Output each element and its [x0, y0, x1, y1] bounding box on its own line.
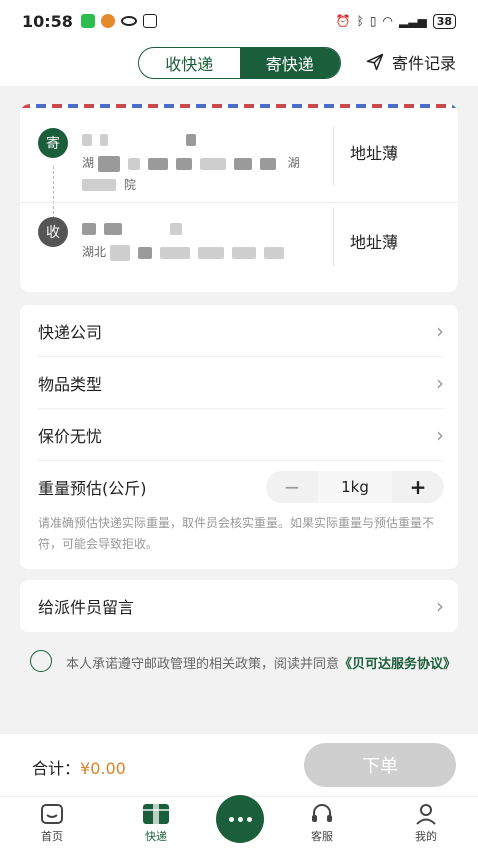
wifi-icon: ◠ — [382, 14, 393, 28]
header: 收快递 寄快递 寄件记录 — [0, 42, 478, 86]
sender-detail: 湖 湖 院 — [82, 155, 300, 192]
weight-note: 请准确预估快递实际重量，取件员会核实重量。如果实际重量与预估重量不符，可能会导致… — [38, 516, 435, 551]
wechat-icon — [80, 14, 95, 28]
total-label: 合计： — [32, 759, 81, 778]
receiver-address-book[interactable]: 地址薄 — [350, 229, 398, 253]
courier-message-label: 给派件员留言 — [38, 598, 135, 617]
battery-icon: 38 — [432, 13, 456, 29]
receiver-detail: 湖北 — [82, 243, 292, 261]
courier-company-label: 快递公司 — [38, 322, 103, 342]
weight-value[interactable]: 1kg — [318, 471, 392, 503]
tab-send[interactable]: 寄快递 — [239, 48, 340, 78]
tab-receive[interactable]: 收快递 — [139, 48, 240, 78]
tab-service[interactable]: 客服 — [292, 803, 352, 844]
agreement: 本人承诺遵守邮政管理的相关政策，阅读并同意《贝可达服务协议》 — [30, 648, 460, 682]
chevron-right-icon: › — [436, 318, 444, 343]
service-agreement-link[interactable]: 《贝可达服务协议》 — [339, 657, 456, 672]
weight-increase-button[interactable]: + — [392, 475, 444, 499]
send-record-link[interactable]: 寄件记录 — [366, 50, 456, 74]
signal-icon: ▂▃▅ — [399, 14, 427, 28]
mode-switch: 收快递 寄快递 — [138, 47, 341, 79]
weight-label: 重量预估(公斤) — [38, 479, 147, 498]
item-type-row[interactable]: 物品类型 › — [38, 357, 444, 409]
receiver-name — [82, 221, 190, 237]
tab-bar: 首页 快递 客服 我的 — [0, 795, 478, 850]
message-card: 给派件员留言 › — [20, 580, 458, 632]
sender-address-book[interactable]: 地址薄 — [350, 140, 398, 164]
courier-company-row[interactable]: 快递公司 › — [38, 305, 444, 357]
insurance-label: 保价无忧 — [38, 426, 103, 446]
qq-icon — [100, 14, 115, 28]
sender-address[interactable]: 寄 湖 湖 院 地址薄 — [20, 122, 458, 202]
sender-name — [82, 132, 204, 148]
courier-message-row[interactable]: 给派件员留言 › — [38, 580, 444, 632]
home-icon — [41, 804, 63, 824]
status-bar: 10:58 ⏰ ᛒ ▯ ◠ ▂▃▅ 38 — [0, 0, 478, 42]
status-time: 10:58 — [22, 11, 73, 31]
insurance-row[interactable]: 保价无忧 › — [38, 409, 444, 461]
address-card: 寄 湖 湖 院 地址薄 收 湖北 地址薄 — [20, 104, 458, 292]
paper-plane-icon — [366, 53, 384, 71]
alarm-icon: ⏰ — [335, 14, 351, 28]
receiver-address[interactable]: 收 湖北 地址薄 — [20, 202, 458, 282]
agreement-checkbox[interactable] — [30, 650, 52, 672]
dot-icon — [246, 816, 252, 822]
user-icon — [416, 804, 436, 825]
chevron-right-icon: › — [436, 370, 444, 395]
more-button[interactable] — [216, 795, 264, 843]
nfc-icon — [142, 14, 157, 28]
tab-express[interactable]: 快递 — [126, 803, 186, 844]
headset-icon — [312, 804, 332, 822]
item-type-label: 物品类型 — [38, 374, 103, 394]
vibrate-icon: ▯ — [369, 14, 377, 28]
options-card: 快递公司 › 物品类型 › 保价无忧 › 重量预估(公斤) − 1kg + 请准… — [20, 305, 458, 569]
sender-badge: 寄 — [38, 128, 68, 158]
parcel-icon — [143, 804, 169, 824]
total: 合计：¥0.00 — [32, 755, 126, 779]
airmail-border — [20, 104, 458, 108]
tab-mine[interactable]: 我的 — [396, 803, 456, 844]
send-record-label: 寄件记录 — [392, 54, 457, 73]
receiver-badge: 收 — [38, 217, 68, 247]
weight-row: 重量预估(公斤) − 1kg + — [38, 465, 444, 509]
chevron-right-icon: › — [436, 594, 444, 618]
bluetooth-icon: ᛒ — [356, 14, 364, 28]
order-bar: 合计：¥0.00 下单 — [0, 734, 478, 796]
dot-icon — [237, 816, 243, 822]
weight-decrease-button[interactable]: − — [266, 475, 318, 499]
dot-icon — [228, 816, 234, 822]
total-value: ¥0.00 — [80, 759, 126, 778]
submit-order-button[interactable]: 下单 — [304, 743, 456, 787]
agreement-text: 本人承诺遵守邮政管理的相关政策，阅读并同意 — [66, 657, 340, 672]
tab-home[interactable]: 首页 — [22, 803, 82, 844]
weight-stepper: − 1kg + — [266, 471, 444, 503]
eye-icon — [120, 16, 137, 26]
chevron-right-icon: › — [436, 422, 444, 447]
